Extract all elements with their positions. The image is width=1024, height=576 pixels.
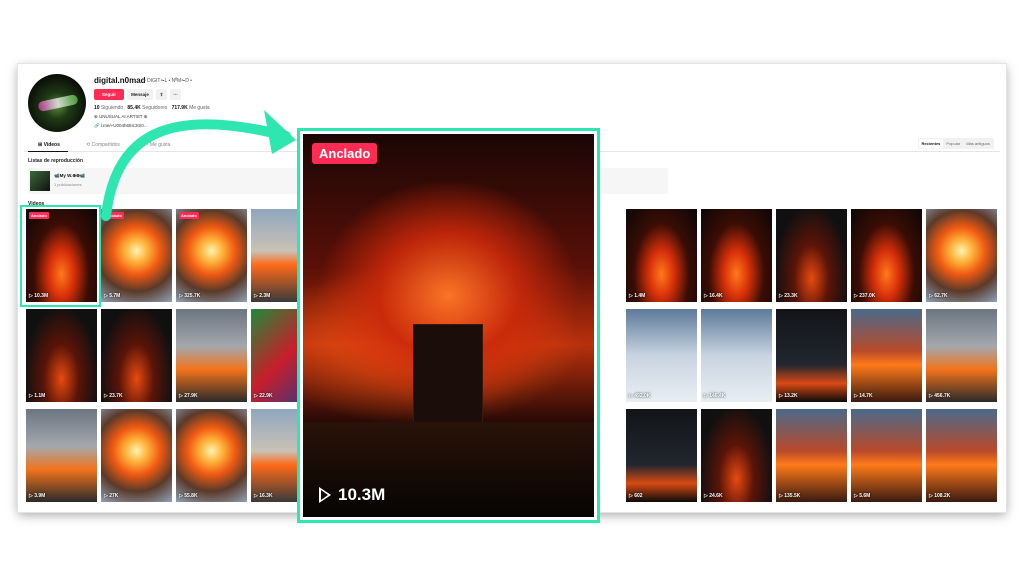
view-count: ▷ 13.2K bbox=[779, 393, 798, 399]
video-tile[interactable]: ▷ 27.9K bbox=[176, 309, 247, 402]
video-tile[interactable]: ▷ 1.1M bbox=[26, 309, 97, 402]
view-count: ▷ 23.3K bbox=[779, 293, 798, 299]
curved-arrow-icon bbox=[101, 110, 296, 221]
video-tile[interactable]: ▷ 62.7K bbox=[926, 209, 997, 302]
screenshot-canvas: digital.n0mad • DIGIT⏦L • N⁰M⏦D • Seguir… bbox=[0, 0, 1024, 576]
sort-toggle: Recientes Popular Más antiguos bbox=[917, 138, 994, 149]
video-tile[interactable]: ▷ 24.6K bbox=[701, 409, 772, 502]
view-count: ▷ 14.7K bbox=[854, 393, 873, 399]
sort-popular[interactable]: Popular bbox=[943, 139, 963, 148]
view-count: ▷ 1.1M bbox=[29, 393, 46, 399]
video-tile[interactable]: ▷ 1.4M bbox=[626, 209, 697, 302]
view-count: ▷ 602 bbox=[629, 493, 643, 499]
tab-videos[interactable]: ⊞ Videos bbox=[38, 142, 60, 148]
video-tile[interactable]: ▷ 237.0K bbox=[851, 209, 922, 302]
video-tile[interactable]: ▷ 108.2K bbox=[926, 409, 997, 502]
playlist-count: 1 publicaciones bbox=[54, 182, 82, 187]
view-count: ▷ 492.0K bbox=[629, 393, 651, 399]
video-tile[interactable]: ▷ 13.2K bbox=[776, 309, 847, 402]
featured-video-zoom[interactable]: Anclado 10.3M bbox=[297, 128, 600, 523]
video-tile[interactable]: ▷ 456.7K bbox=[926, 309, 997, 402]
view-count: ▷ 146.4K bbox=[704, 393, 726, 399]
view-count: ▷ 23.7K bbox=[104, 393, 123, 399]
featured-views-text: 10.3M bbox=[338, 485, 386, 504]
view-count: ▷ 55.8K bbox=[179, 493, 198, 499]
featured-view-count: 10.3M bbox=[319, 485, 385, 505]
view-count: ▷ 325.7K bbox=[179, 293, 201, 299]
playlist-thumbnail bbox=[30, 171, 50, 191]
view-count: ▷ 27K bbox=[104, 493, 119, 499]
view-count: ▷ 456.7K bbox=[929, 393, 951, 399]
view-count: ▷ 135.5K bbox=[779, 493, 801, 499]
video-tile[interactable]: ▷ 146.4K bbox=[701, 309, 772, 402]
pinned-badge: Anclado bbox=[312, 143, 378, 164]
view-count: ▷ 62.7K bbox=[929, 293, 948, 299]
view-count: ▷ 5.6M bbox=[854, 493, 871, 499]
video-tile[interactable]: ▷ 492.0K bbox=[626, 309, 697, 402]
profile-nickname: • DIGIT⏦L • N⁰M⏦D • bbox=[144, 78, 192, 84]
video-tile[interactable]: ▷ 55.8K bbox=[176, 409, 247, 502]
active-tab-indicator bbox=[28, 151, 68, 152]
view-count: ▷ 3.9M bbox=[29, 493, 46, 499]
view-count: ▷ 237.0K bbox=[854, 293, 876, 299]
video-tile[interactable]: ▷ 135.5K bbox=[776, 409, 847, 502]
view-count: ▷ 27.9K bbox=[179, 393, 198, 399]
pinned-video-highlight bbox=[20, 205, 101, 307]
sort-oldest[interactable]: Más antiguos bbox=[963, 139, 993, 148]
video-tile[interactable]: ▷ 5.6M bbox=[851, 409, 922, 502]
video-tile[interactable]: ▷ 14.7K bbox=[851, 309, 922, 402]
video-tile[interactable]: ▷ 3.9M bbox=[26, 409, 97, 502]
video-tile[interactable]: ▷ 16.4K bbox=[701, 209, 772, 302]
burning-building bbox=[413, 324, 483, 434]
view-count: ▷ 108.2K bbox=[929, 493, 951, 499]
playlist-title: 📹My W.⊕⊕📹 bbox=[54, 173, 86, 178]
video-tile[interactable]: ▷ 602 bbox=[626, 409, 697, 502]
playlists-heading: Listas de reproducción bbox=[28, 158, 84, 164]
view-count: ▷ 24.6K bbox=[704, 493, 723, 499]
video-tile[interactable]: ▷ 27K bbox=[101, 409, 172, 502]
sort-recent[interactable]: Recientes bbox=[918, 139, 944, 148]
featured-video-thumbnail: Anclado 10.3M bbox=[303, 134, 594, 517]
video-tile[interactable]: ▷ 23.3K bbox=[776, 209, 847, 302]
view-count: ▷ 1.4M bbox=[629, 293, 646, 299]
profile-username: digital.n0mad bbox=[94, 76, 146, 85]
view-count: ▷ 2.3M bbox=[254, 293, 271, 299]
avatar[interactable] bbox=[28, 74, 86, 132]
view-count: ▷ 5.7M bbox=[104, 293, 121, 299]
view-count: ▷ 16.3K bbox=[254, 493, 273, 499]
video-tile[interactable]: ▷ 23.7K bbox=[101, 309, 172, 402]
view-count: ▷ 16.4K bbox=[704, 293, 723, 299]
view-count: ▷ 22.9K bbox=[254, 393, 273, 399]
play-icon bbox=[319, 487, 331, 503]
